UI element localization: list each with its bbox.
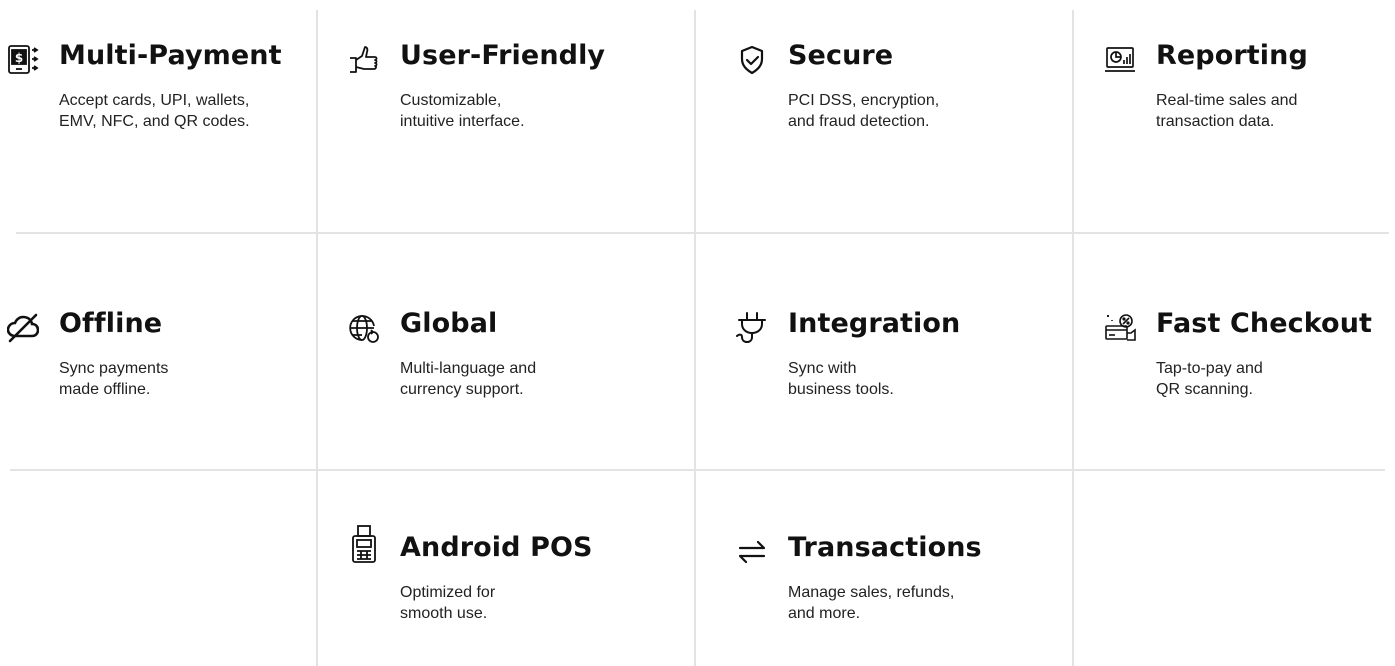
grid-divider	[694, 10, 696, 666]
feature-title: Integration	[788, 308, 961, 339]
feature-title: Fast Checkout	[1156, 308, 1373, 339]
feature-description: Tap-to-pay and QR scanning.	[1156, 360, 1263, 398]
grid-divider	[1072, 10, 1074, 666]
feature-title: User-Friendly	[400, 40, 606, 71]
plug-icon	[736, 312, 768, 344]
feature-description: Multi-language and currency support.	[400, 360, 537, 398]
feature-description: Real-time sales and transaction data.	[1156, 92, 1298, 130]
grid-divider	[16, 232, 1389, 234]
feature-description: Sync payments made offline.	[59, 360, 169, 398]
thumbs-up-icon	[348, 44, 380, 76]
pos-terminal-icon	[348, 524, 380, 564]
report-chart-icon	[1104, 44, 1136, 76]
feature-title: Secure	[788, 40, 894, 71]
feature-description: PCI DSS, encryption, and fraud detection…	[788, 92, 940, 130]
feature-description: Optimized for smooth use.	[400, 584, 496, 622]
globe-icon	[348, 312, 380, 344]
grid-divider	[10, 469, 1385, 471]
svg-text:$: $	[15, 51, 23, 65]
feature-description: Customizable, intuitive interface.	[400, 92, 525, 130]
feature-title: Android POS	[400, 532, 593, 563]
feature-title: Reporting	[1156, 40, 1308, 71]
shield-check-icon	[736, 44, 768, 76]
card-checkout-icon	[1104, 312, 1136, 344]
feature-title: Transactions	[788, 532, 982, 563]
feature-title: Multi-Payment	[59, 40, 282, 71]
feature-description: Accept cards, UPI, wallets, EMV, NFC, an…	[59, 92, 250, 130]
swap-arrows-icon	[736, 536, 768, 568]
feature-description: Sync with business tools.	[788, 360, 894, 398]
mobile-payment-icon: $	[7, 44, 39, 76]
feature-description: Manage sales, refunds, and more.	[788, 584, 955, 622]
cloud-off-icon	[7, 312, 39, 344]
feature-title: Offline	[59, 308, 163, 339]
feature-title: Global	[400, 308, 498, 339]
